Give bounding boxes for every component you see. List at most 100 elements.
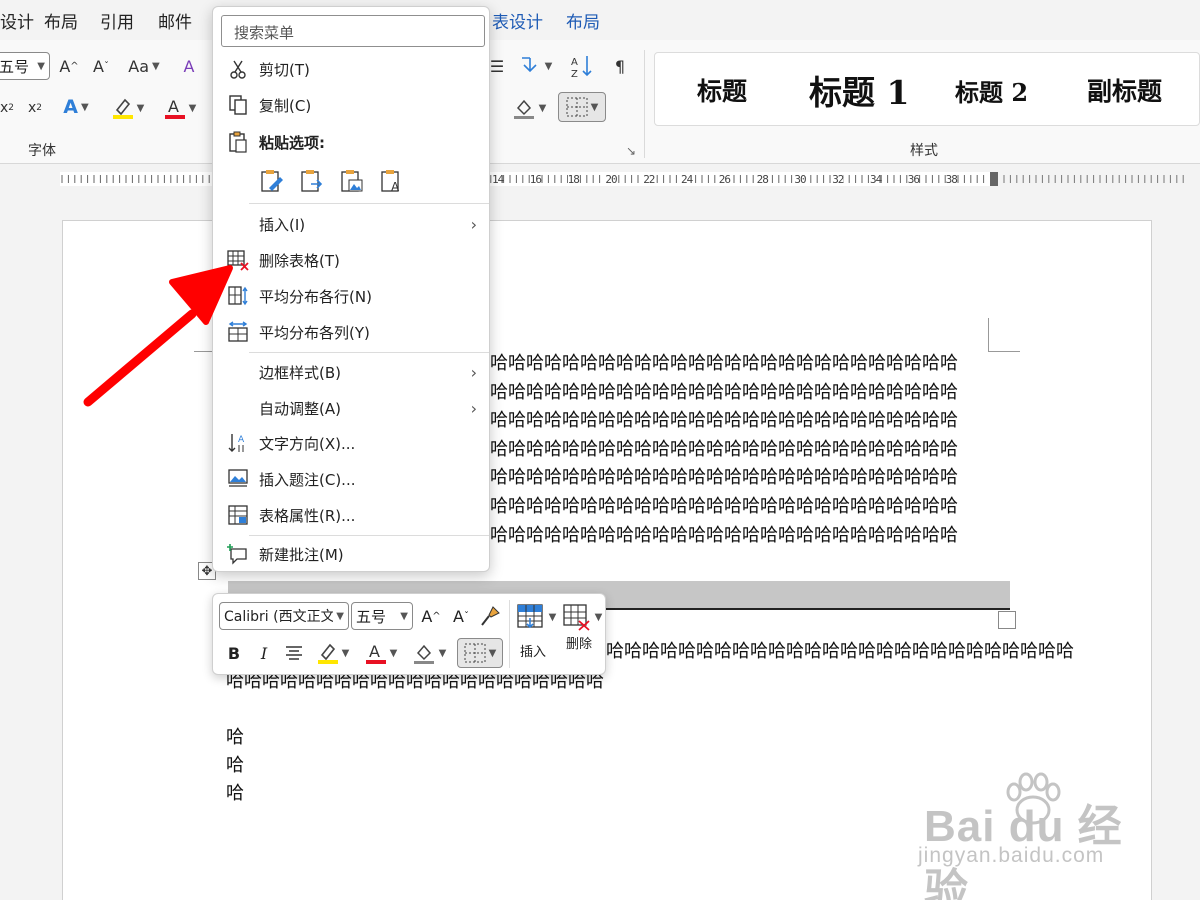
menu-item-distribute-rows-label: 平均分布各行(N) [259, 287, 372, 306]
subscript-icon[interactable]: x2 [0, 96, 14, 120]
paste-text-only-icon[interactable]: A [379, 167, 405, 195]
tab-mailings[interactable]: 邮件 [158, 8, 192, 33]
tab-references[interactable]: 引用 [100, 8, 134, 33]
document-line[interactable]: 哈哈哈哈哈哈哈哈哈哈哈哈哈哈哈哈哈哈哈哈哈哈哈哈哈哈 [490, 522, 958, 551]
menu-item-text-direction-label: 文字方向(X)... [259, 434, 356, 453]
dialog-launcher-icon[interactable]: ↘ [626, 144, 636, 158]
shrink-font-icon[interactable]: Aˇ [449, 602, 473, 630]
font-size-combo[interactable]: 五号 ▼ [0, 52, 50, 80]
document-line[interactable]: 哈哈哈哈哈哈哈哈哈哈哈哈哈哈哈哈哈哈哈哈哈哈哈哈哈哈 [490, 379, 958, 408]
style-heading-1[interactable]: 标题 1 [809, 53, 909, 127]
right-indent-marker[interactable] [990, 172, 998, 186]
menu-separator [249, 203, 489, 204]
format-painter-icon[interactable] [477, 602, 503, 630]
tab-design[interactable]: 设计 [0, 8, 34, 33]
style-heading-2[interactable]: 标题 2 [955, 53, 1028, 127]
font-color-icon[interactable]: A ▼ [160, 94, 200, 122]
center-align-icon[interactable] [281, 638, 307, 668]
change-case-icon[interactable]: Aa ▼ [122, 54, 166, 78]
document-line[interactable]: 哈哈哈哈哈哈哈哈哈哈哈哈哈哈哈哈哈哈哈哈哈哈哈哈哈哈 [490, 350, 958, 379]
menu-item-autofit-label: 自动调整(A) [259, 399, 341, 418]
horizontal-ruler[interactable]: 14 16 18 20 22 24 26 28 30 32 34 36 38 [0, 164, 1200, 194]
delete-label: 删除 [565, 636, 592, 652]
delete-table-icon[interactable]: ▼ [561, 600, 603, 634]
distribute-columns-icon [227, 321, 249, 343]
tab-table-design[interactable]: 表设计 [492, 8, 543, 33]
document-single-line-3[interactable]: 哈 [226, 780, 244, 809]
superscript-icon[interactable]: x2 [26, 96, 44, 120]
font-color-icon[interactable]: A ▼ [359, 638, 403, 668]
highlight-color-icon[interactable]: ▼ [108, 94, 148, 122]
borders-button[interactable]: ▼ [457, 638, 503, 668]
mini-font-name-combo[interactable]: Calibri (西文正文 ▼ [219, 602, 349, 630]
shading-icon[interactable]: ▼ [508, 94, 550, 122]
document-line[interactable]: 哈哈哈哈哈哈哈哈哈哈哈哈哈哈哈哈哈哈哈哈哈哈哈哈哈哈 [490, 407, 958, 436]
document-line[interactable]: 哈哈哈哈哈哈哈哈哈哈哈哈哈哈哈哈哈哈哈哈哈哈哈哈哈哈 [490, 436, 958, 465]
menu-item-insert-caption[interactable]: 插入题注(C)... [213, 462, 489, 496]
sort-icon[interactable]: AZ [568, 52, 596, 80]
highlight-color-icon[interactable]: ▼ [311, 638, 355, 668]
grow-font-icon[interactable]: A ^ [419, 602, 443, 630]
menu-item-distribute-rows[interactable]: 平均分布各行(N) [213, 279, 489, 313]
mini-font-size: 五号 [356, 607, 387, 626]
menu-item-new-comment[interactable]: 新建批注(M) [213, 537, 489, 571]
style-subtitle[interactable]: 副标题 [1087, 53, 1162, 127]
menu-item-copy-label: 复制(C) [259, 96, 312, 115]
floating-mini-toolbar: Calibri (西文正文 ▼ 五号 ▼ A ^ Aˇ B I ▼ A ▼ ▼ ▼ … [212, 593, 606, 675]
menu-item-distribute-columns-label: 平均分布各列(Y) [259, 323, 370, 342]
insert-table-icon[interactable]: ▼ [515, 600, 557, 634]
document-single-line-2[interactable]: 哈 [226, 752, 244, 781]
paste-keep-source-formatting-icon[interactable] [259, 167, 285, 195]
bold-icon[interactable]: B [221, 638, 247, 668]
tab-table-layout[interactable]: 布局 [566, 8, 600, 33]
menu-search-input[interactable]: 搜索菜单 [221, 15, 485, 47]
font-size-value: 五号 [0, 57, 30, 76]
mini-font-size-combo[interactable]: 五号 ▼ [351, 602, 413, 630]
menu-item-delete-table-label: 删除表格(T) [259, 251, 340, 270]
context-menu: 搜索菜单 剪切(T) 复制(C) 粘贴选项: A 插入(I) › 删除表格(T)… [212, 6, 490, 572]
style-title[interactable]: 标题 [697, 53, 747, 127]
tab-layout[interactable]: 布局 [44, 8, 78, 33]
menu-item-distribute-columns[interactable]: 平均分布各列(Y) [213, 315, 489, 349]
grow-font-icon[interactable]: A ^ [56, 54, 82, 78]
menu-item-autofit[interactable]: 自动调整(A) › [213, 391, 489, 425]
chevron-right-icon: › [470, 362, 477, 382]
baidu-jingyan-watermark: Bai du 经验 jingyan.baidu.com [918, 770, 1148, 900]
document-single-line-1[interactable]: 哈 [226, 724, 244, 753]
insert-caption-icon [227, 468, 249, 490]
svg-text:A: A [369, 642, 380, 661]
svg-text:Z: Z [571, 69, 578, 79]
italic-icon[interactable]: I [251, 638, 277, 668]
table-resize-handle[interactable] [998, 611, 1016, 629]
ruler-number: 20 [605, 173, 618, 186]
bullets-icon[interactable]: ☰ [488, 54, 506, 78]
menu-item-insert[interactable]: 插入(I) › [213, 207, 489, 241]
document-line-after-table-1[interactable]: 哈哈哈哈哈哈哈哈哈哈哈哈哈哈哈哈哈哈哈哈哈哈哈哈哈哈 [606, 638, 1074, 667]
paste-merge-formatting-icon[interactable] [299, 167, 325, 195]
character-spacing-icon[interactable]: ▼ [514, 54, 556, 78]
document-line[interactable]: 哈哈哈哈哈哈哈哈哈哈哈哈哈哈哈哈哈哈哈哈哈哈哈哈哈哈 [490, 464, 958, 493]
paste-icon [227, 131, 249, 153]
document-line[interactable]: 哈哈哈哈哈哈哈哈哈哈哈哈哈哈哈哈哈哈哈哈哈哈哈哈哈哈 [490, 493, 958, 522]
menu-item-delete-table[interactable]: 删除表格(T) [213, 243, 489, 277]
shading-icon[interactable]: ▼ [407, 638, 451, 668]
show-marks-icon[interactable]: ¶ [606, 52, 634, 80]
text-effects-icon[interactable]: A ▼ [56, 94, 96, 120]
svg-text:A: A [391, 180, 400, 194]
menu-item-cut[interactable]: 剪切(T) [213, 52, 489, 86]
paste-picture-icon[interactable] [339, 167, 365, 195]
menu-item-table-properties[interactable]: 表格属性(R)... [213, 498, 489, 532]
menu-item-text-direction[interactable]: A 文字方向(X)... [213, 426, 489, 460]
shrink-font-icon[interactable]: Aˇ [88, 54, 114, 78]
distribute-rows-icon [227, 285, 249, 307]
menu-item-copy[interactable]: 复制(C) [213, 88, 489, 122]
clear-formatting-icon[interactable]: A [176, 54, 202, 78]
menu-item-border-styles[interactable]: 边框样式(B) › [213, 355, 489, 389]
ruler-number: 26 [718, 173, 731, 186]
ruler-number: 16 [529, 173, 542, 186]
styles-group-label: 样式 [910, 143, 938, 159]
menu-separator [249, 352, 489, 353]
menu-item-table-properties-label: 表格属性(R)... [259, 506, 356, 525]
borders-button[interactable]: ▼ [558, 92, 606, 122]
menu-item-new-comment-label: 新建批注(M) [259, 545, 344, 564]
